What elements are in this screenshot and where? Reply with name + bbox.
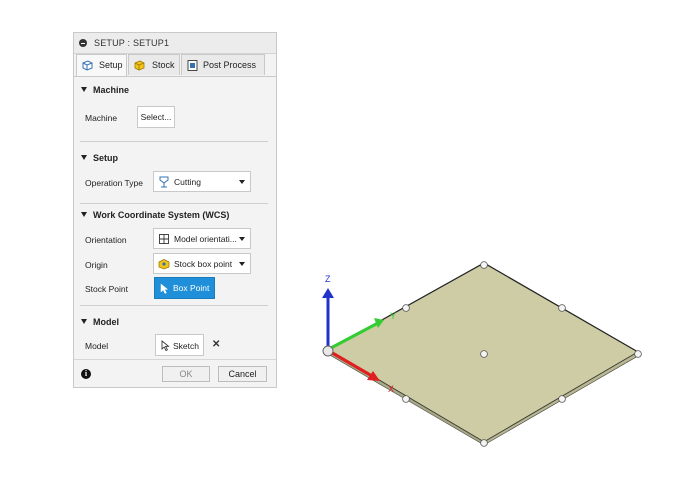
chevron-down-icon (239, 180, 245, 184)
3d-viewport[interactable]: Z Y X (300, 250, 660, 460)
stock-point-label: Stock Point (85, 284, 128, 294)
chevron-down-icon (239, 237, 245, 241)
collapse-triangle-icon (81, 212, 87, 217)
wcs-section-toggle[interactable]: Work Coordinate System (WCS) (81, 210, 229, 220)
dialog-title: SETUP : SETUP1 (94, 38, 170, 48)
cutting-tool-icon (159, 176, 169, 188)
divider (80, 305, 268, 306)
tab-setup[interactable]: Setup (76, 54, 127, 76)
tab-bar: Setup Stock Post Process (74, 54, 276, 77)
ok-button[interactable]: OK (162, 366, 210, 382)
chevron-down-icon (239, 262, 245, 266)
box-point-button[interactable]: Box Point (154, 277, 215, 299)
origin-label: Origin (85, 260, 108, 270)
setup-heading: Setup (93, 153, 119, 163)
cancel-button[interactable]: Cancel (218, 366, 267, 382)
model-sketch-button[interactable]: Sketch (155, 334, 204, 356)
collapse-triangle-icon (81, 155, 87, 160)
dialog-titlebar: SETUP : SETUP1 (74, 33, 276, 54)
origin-point-icon[interactable] (322, 345, 334, 357)
z-axis (326, 295, 330, 349)
origin-dropdown[interactable]: Stock box point (153, 253, 251, 274)
operation-type-dropdown[interactable]: Cutting (153, 171, 251, 192)
tab-stock-label: Stock (152, 60, 175, 70)
operation-type-label: Operation Type (85, 178, 143, 188)
machine-label: Machine (85, 113, 118, 123)
footer-divider (74, 359, 276, 360)
tab-stock[interactable]: Stock (128, 54, 180, 75)
post-process-icon (187, 60, 198, 71)
stock-cube-icon (134, 60, 145, 71)
wcs-heading: Work Coordinate System (WCS) (93, 210, 230, 220)
tab-setup-label: Setup (99, 60, 123, 70)
z-axis-arrow-icon (322, 288, 334, 298)
model-orientation-icon (159, 234, 169, 244)
orientation-label: Orientation (85, 235, 127, 245)
collapse-triangle-icon (81, 87, 87, 92)
cursor-arrow-icon (161, 340, 170, 351)
tab-post-process-label: Post Process (203, 60, 257, 70)
operation-type-value: Cutting (174, 177, 201, 187)
model-heading: Model (93, 317, 119, 327)
machine-heading: Machine (93, 85, 130, 95)
tab-post-process[interactable]: Post Process (181, 54, 265, 75)
model-sketch-label: Sketch (173, 341, 199, 351)
setup-icon (82, 60, 93, 71)
cursor-arrow-icon (160, 283, 169, 294)
info-icon[interactable]: i (81, 369, 91, 379)
setup-section-toggle[interactable]: Setup (81, 153, 118, 163)
y-axis-label: Y (390, 311, 396, 321)
origin-value: Stock box point (174, 259, 233, 269)
box-point-label: Box Point (173, 283, 210, 293)
orientation-dropdown[interactable]: Model orientati... (153, 228, 251, 249)
machine-section-toggle[interactable]: Machine (81, 85, 129, 95)
collapse-triangle-icon (81, 319, 87, 324)
x-axis-label: X (388, 384, 394, 394)
orientation-value: Model orientati... (174, 234, 237, 244)
model-label: Model (85, 341, 109, 351)
setup-dialog: SETUP : SETUP1 Setup Stock Post Process (73, 32, 277, 388)
model-section-toggle[interactable]: Model (81, 317, 119, 327)
divider (80, 203, 268, 204)
machine-select-button[interactable]: Select... (137, 106, 175, 128)
clear-selection-icon[interactable]: ✕ (212, 339, 220, 350)
divider (80, 141, 268, 142)
z-axis-label: Z (325, 274, 331, 284)
stock-box-point-icon (158, 259, 170, 270)
collapse-icon[interactable] (79, 39, 87, 47)
